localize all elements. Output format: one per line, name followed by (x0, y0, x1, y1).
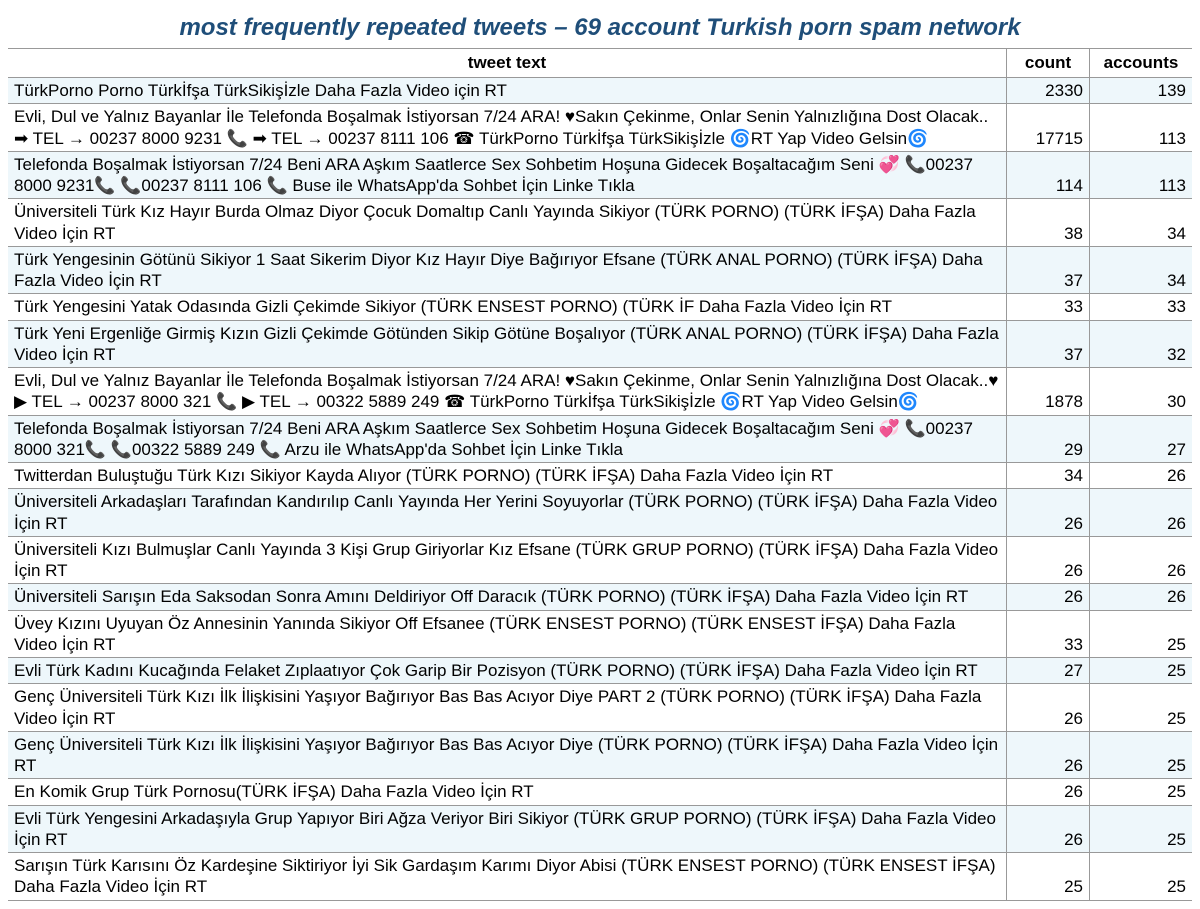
cell-count: 1878 (1007, 368, 1090, 416)
cell-accounts: 25 (1090, 779, 1193, 805)
cell-tweet-text: Türk Yengesini Yatak Odasında Gizli Çeki… (8, 294, 1007, 320)
cell-count: 33 (1007, 610, 1090, 658)
cell-count: 26 (1007, 779, 1090, 805)
table-row: Türk Yengesini Yatak Odasında Gizli Çeki… (8, 294, 1192, 320)
cell-accounts: 25 (1090, 731, 1193, 779)
cell-count: 114 (1007, 151, 1090, 199)
table-row: Türk Yengesinin Götünü Sikiyor 1 Saat Si… (8, 246, 1192, 294)
header-accounts: accounts (1090, 49, 1193, 78)
cell-tweet-text: Üniversiteli Türk Kız Hayır Burda Olmaz … (8, 199, 1007, 247)
cell-accounts: 25 (1090, 853, 1193, 901)
cell-count: 38 (1007, 199, 1090, 247)
table-row: Üniversiteli Arkadaşları Tarafından Kand… (8, 489, 1192, 537)
cell-tweet-text: Türk Yeni Ergenliğe Girmiş Kızın Gizli Ç… (8, 320, 1007, 368)
cell-tweet-text: Üvey Kızını Uyuyan Öz Annesinin Yanında … (8, 610, 1007, 658)
cell-accounts: 26 (1090, 463, 1193, 489)
table-row: Evli Türk Yengesini Arkadaşıyla Grup Yap… (8, 805, 1192, 853)
cell-accounts: 25 (1090, 610, 1193, 658)
table-row: Evli, Dul ve Yalnız Bayanlar İle Telefon… (8, 368, 1192, 416)
cell-accounts: 27 (1090, 415, 1193, 463)
header-count: count (1007, 49, 1090, 78)
cell-tweet-text: Üniversiteli Arkadaşları Tarafından Kand… (8, 489, 1007, 537)
table-row: En Komik Grup Türk Pornosu(TÜRK İFŞA) Da… (8, 779, 1192, 805)
cell-accounts: 139 (1090, 78, 1193, 104)
cell-accounts: 26 (1090, 536, 1193, 584)
table-row: Üniversiteli Kızı Bulmuşlar Canlı Yayınd… (8, 536, 1192, 584)
cell-count: 27 (1007, 658, 1090, 684)
cell-accounts: 30 (1090, 368, 1193, 416)
table-row: TürkPorno Porno Türkİfşa TürkSikişİzle D… (8, 78, 1192, 104)
cell-accounts: 113 (1090, 104, 1193, 152)
cell-accounts: 113 (1090, 151, 1193, 199)
table-row: Sarışın Türk Karısını Öz Kardeşine Sikti… (8, 853, 1192, 901)
cell-tweet-text: Telefonda Boşalmak İstiyorsan 7/24 Beni … (8, 415, 1007, 463)
cell-count: 37 (1007, 246, 1090, 294)
cell-accounts: 34 (1090, 246, 1193, 294)
cell-accounts: 26 (1090, 584, 1193, 610)
header-tweet-text: tweet text (8, 49, 1007, 78)
cell-count: 26 (1007, 489, 1090, 537)
cell-accounts: 25 (1090, 658, 1193, 684)
cell-accounts: 34 (1090, 199, 1193, 247)
cell-count: 2330 (1007, 78, 1090, 104)
cell-accounts: 25 (1090, 805, 1193, 853)
cell-tweet-text: Evli Türk Yengesini Arkadaşıyla Grup Yap… (8, 805, 1007, 853)
cell-count: 33 (1007, 294, 1090, 320)
cell-count: 26 (1007, 584, 1090, 610)
cell-tweet-text: Üniversiteli Sarışın Eda Saksodan Sonra … (8, 584, 1007, 610)
cell-tweet-text: Sarışın Türk Karısını Öz Kardeşine Sikti… (8, 853, 1007, 901)
table-row: Evli, Dul ve Yalnız Bayanlar İle Telefon… (8, 104, 1192, 152)
table-row: Üvey Kızını Uyuyan Öz Annesinin Yanında … (8, 610, 1192, 658)
tweets-table: tweet text count accounts TürkPorno Porn… (8, 49, 1192, 901)
cell-tweet-text: Üniversiteli Kızı Bulmuşlar Canlı Yayınd… (8, 536, 1007, 584)
cell-count: 26 (1007, 731, 1090, 779)
cell-count: 26 (1007, 684, 1090, 732)
cell-tweet-text: Twitterdan Buluştuğu Türk Kızı Sikiyor K… (8, 463, 1007, 489)
cell-accounts: 33 (1090, 294, 1193, 320)
cell-count: 26 (1007, 536, 1090, 584)
table-row: Twitterdan Buluştuğu Türk Kızı Sikiyor K… (8, 463, 1192, 489)
cell-tweet-text: Türk Yengesinin Götünü Sikiyor 1 Saat Si… (8, 246, 1007, 294)
table-header-row: tweet text count accounts (8, 49, 1192, 78)
table-row: Genç Üniversiteli Türk Kızı İlk İlişkisi… (8, 684, 1192, 732)
table-row: Üniversiteli Türk Kız Hayır Burda Olmaz … (8, 199, 1192, 247)
table-body: TürkPorno Porno Türkİfşa TürkSikişİzle D… (8, 78, 1192, 901)
cell-tweet-text: Evli Türk Kadını Kucağında Felaket Zıpla… (8, 658, 1007, 684)
cell-tweet-text: Telefonda Boşalmak İstiyorsan 7/24 Beni … (8, 151, 1007, 199)
cell-count: 17715 (1007, 104, 1090, 152)
page-title: most frequently repeated tweets – 69 acc… (8, 8, 1192, 49)
cell-count: 37 (1007, 320, 1090, 368)
cell-tweet-text: Evli, Dul ve Yalnız Bayanlar İle Telefon… (8, 104, 1007, 152)
cell-count: 29 (1007, 415, 1090, 463)
table-row: Evli Türk Kadını Kucağında Felaket Zıpla… (8, 658, 1192, 684)
cell-accounts: 26 (1090, 489, 1193, 537)
cell-accounts: 25 (1090, 684, 1193, 732)
table-row: Telefonda Boşalmak İstiyorsan 7/24 Beni … (8, 151, 1192, 199)
cell-count: 25 (1007, 853, 1090, 901)
cell-count: 34 (1007, 463, 1090, 489)
cell-accounts: 32 (1090, 320, 1193, 368)
cell-tweet-text: Genç Üniversiteli Türk Kızı İlk İlişkisi… (8, 731, 1007, 779)
table-row: Genç Üniversiteli Türk Kızı İlk İlişkisi… (8, 731, 1192, 779)
table-row: Telefonda Boşalmak İstiyorsan 7/24 Beni … (8, 415, 1192, 463)
cell-tweet-text: En Komik Grup Türk Pornosu(TÜRK İFŞA) Da… (8, 779, 1007, 805)
cell-tweet-text: Genç Üniversiteli Türk Kızı İlk İlişkisi… (8, 684, 1007, 732)
cell-tweet-text: TürkPorno Porno Türkİfşa TürkSikişİzle D… (8, 78, 1007, 104)
table-row: Türk Yeni Ergenliğe Girmiş Kızın Gizli Ç… (8, 320, 1192, 368)
cell-count: 26 (1007, 805, 1090, 853)
cell-tweet-text: Evli, Dul ve Yalnız Bayanlar İle Telefon… (8, 368, 1007, 416)
table-row: Üniversiteli Sarışın Eda Saksodan Sonra … (8, 584, 1192, 610)
